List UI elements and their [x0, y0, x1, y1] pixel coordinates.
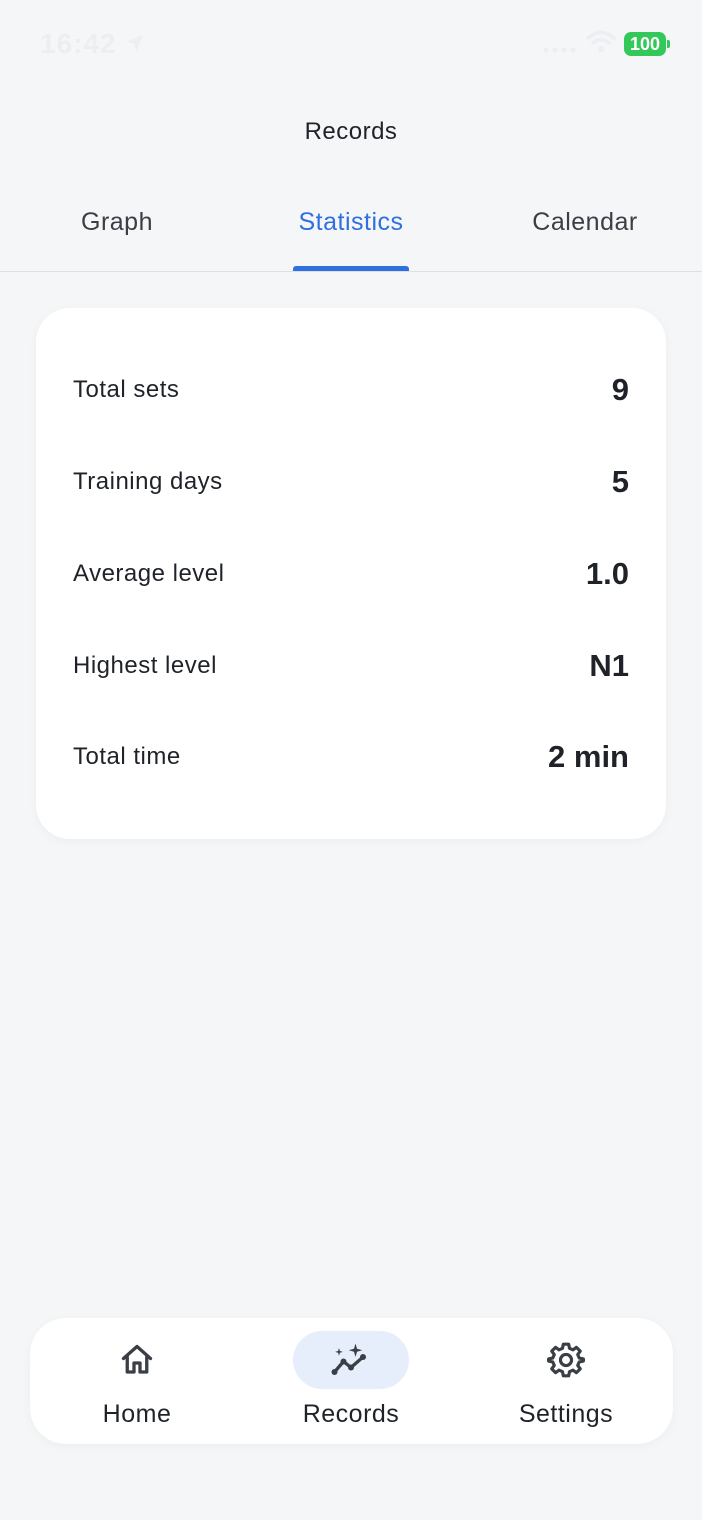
- tab-bar: Graph Statistics Calendar: [0, 196, 702, 272]
- tab-calendar[interactable]: Calendar: [468, 208, 702, 237]
- stat-row-average-level: Average level 1.0: [73, 544, 629, 604]
- nav-label-home: Home: [102, 1400, 172, 1428]
- stat-value: N1: [589, 648, 629, 683]
- stat-value: 5: [611, 464, 629, 499]
- stat-label: Total time: [73, 743, 181, 770]
- tab-statistics[interactable]: Statistics: [234, 208, 468, 237]
- stat-label: Average level: [73, 560, 225, 587]
- stat-row-training-days: Training days 5: [73, 452, 629, 512]
- stat-value: 9: [611, 372, 629, 407]
- statistics-card: Total sets 9 Training days 5 Average lev…: [36, 308, 666, 839]
- stat-row-total-sets: Total sets 9: [73, 360, 629, 420]
- home-icon: [121, 1344, 153, 1374]
- gear-icon: [547, 1342, 585, 1378]
- nav-item-settings[interactable]: Settings: [459, 1318, 673, 1444]
- nav-item-home[interactable]: Home: [30, 1318, 244, 1444]
- wifi-icon: [586, 30, 616, 52]
- stat-label: Total sets: [73, 376, 180, 403]
- stat-value: 1.0: [585, 556, 629, 591]
- location-arrow-icon: [126, 34, 144, 52]
- battery-indicator: 100: [624, 32, 666, 56]
- active-tab-indicator: [293, 266, 409, 271]
- chart-sparkle-icon: [331, 1343, 366, 1375]
- bottom-navigation: Home Records Settings: [30, 1318, 673, 1444]
- active-nav-pill: [293, 1331, 409, 1389]
- nav-label-settings: Settings: [518, 1400, 614, 1428]
- stat-row-highest-level: Highest level N1: [73, 636, 629, 696]
- stat-value: 2 min: [548, 739, 629, 774]
- nav-item-records[interactable]: Records: [244, 1318, 458, 1444]
- stat-label: Highest level: [73, 652, 217, 679]
- stat-label: Training days: [73, 468, 223, 495]
- nav-label-records: Records: [302, 1400, 400, 1428]
- records-screen: 16:42 100 Records Graph Statistics Calen…: [0, 0, 702, 1520]
- stat-row-total-time: Total time 2 min: [73, 727, 629, 787]
- tab-graph[interactable]: Graph: [0, 208, 234, 237]
- battery-cap: [667, 40, 670, 48]
- signal-icon: [543, 47, 576, 53]
- status-time: 16:42: [40, 28, 117, 59]
- page-title: Records: [304, 118, 398, 145]
- status-bar: 16:42 100: [0, 0, 702, 90]
